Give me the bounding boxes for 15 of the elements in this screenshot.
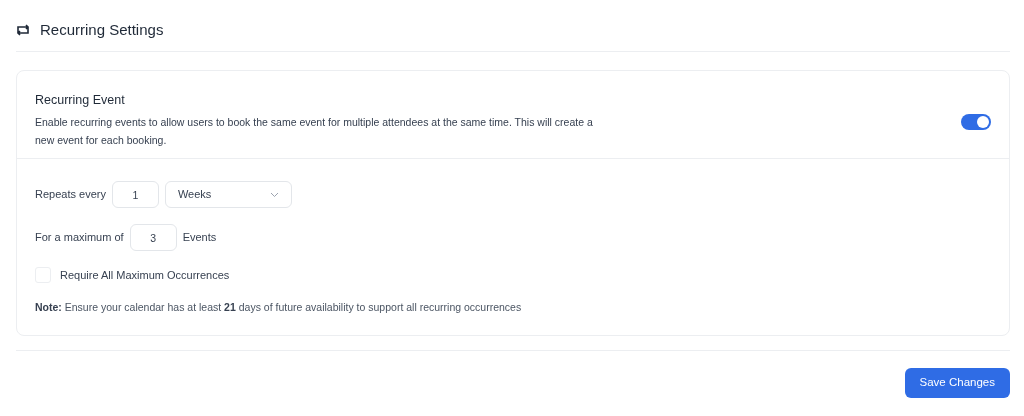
repeat-icon — [16, 23, 30, 36]
setting-title: Recurring Event — [35, 92, 126, 109]
setting-description: Enable recurring events to allow users to book the same event for multiple attendees at the same time. This will create a new event for each booking. — [35, 114, 594, 148]
save-button[interactable]: Save Changes — [904, 368, 1010, 398]
unit-dropdown[interactable]: Weeks — [164, 181, 292, 208]
field-label: For a maximum of — [35, 230, 124, 246]
field-label: Repeats every — [35, 187, 106, 203]
section-title: Recurring Settings — [40, 20, 164, 39]
toggle-switch[interactable] — [961, 114, 991, 130]
chevron-icon — [269, 191, 279, 198]
checkbox-label: Require All Maximum Occurrences — [60, 268, 230, 283]
number-input[interactable]: 3 — [129, 224, 177, 251]
note-text: Note: Ensure your calendar has at least 21 days of future availability to support all recurring occurrences — [35, 299, 523, 315]
number-input[interactable]: 1 — [111, 181, 159, 208]
field-suffix: Events — [182, 230, 217, 246]
